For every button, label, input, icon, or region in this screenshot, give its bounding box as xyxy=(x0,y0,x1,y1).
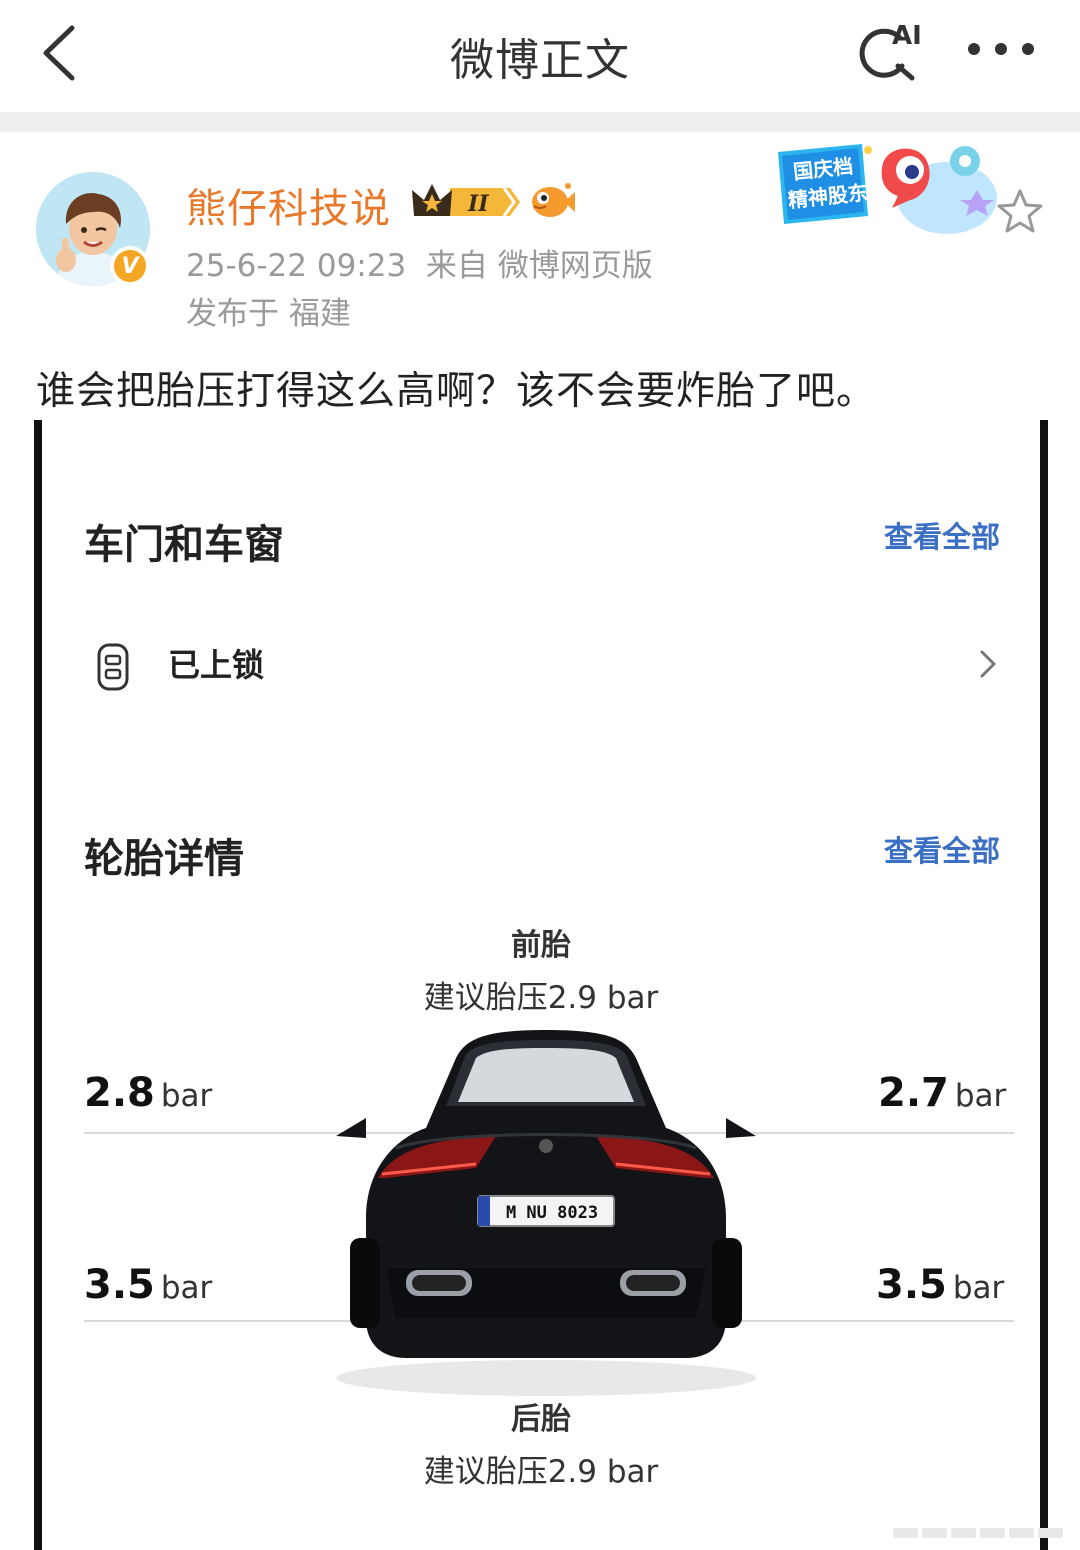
front-left-pressure: 2.8 bar xyxy=(84,1070,213,1116)
front-recommended-pressure: 建议胎压2.9 bar xyxy=(423,980,659,1016)
chevron-right-icon xyxy=(980,650,996,678)
favorite-star-icon[interactable] xyxy=(996,188,1044,234)
more-options-button[interactable] xyxy=(968,36,1034,62)
author-name[interactable]: 熊仔科技说 xyxy=(186,176,391,234)
post-location: 发布于 福建 xyxy=(186,296,351,332)
rear-left-pressure: 3.5 bar xyxy=(84,1262,213,1308)
post-source: 来自 微博网页版 xyxy=(425,248,653,284)
post-meta-time-source: 25-6-22 09:23 来自 微博网页版 xyxy=(186,240,653,285)
dot-icon xyxy=(1022,43,1034,55)
view-all-doors-link: 查看全部 xyxy=(884,520,1001,554)
front-tire-header: 前胎 建议胎压2.9 bar xyxy=(42,920,1040,1017)
svg-text:M NU 8023: M NU 8023 xyxy=(506,1203,598,1223)
section-divider xyxy=(0,112,1080,132)
dot-icon xyxy=(995,43,1007,55)
rear-recommended-pressure: 建议胎压2.9 bar xyxy=(423,1454,659,1490)
svg-text:II: II xyxy=(467,191,489,217)
crown-level-badge-icon: II xyxy=(412,184,520,217)
ai-search-button[interactable]: AI xyxy=(852,16,928,88)
post-image[interactable]: 车门和车窗 查看全部 已上锁 轮胎详情 查看全部 前胎 建议胎压2.9 bar … xyxy=(34,420,1048,1550)
car-rear-illustration: M NU 8023 xyxy=(336,1030,756,1396)
rear-right-pressure: 3.5 bar xyxy=(876,1262,1005,1308)
post-time: 25-6-22 09:23 xyxy=(186,248,407,284)
front-right-pressure: 2.7 bar xyxy=(878,1070,1007,1116)
dot-icon xyxy=(968,43,980,55)
rear-tire-label: 后胎 xyxy=(511,1402,571,1437)
tire-details-title: 轮胎详情 xyxy=(84,836,244,882)
top-nav-bar: 微博正文 AI xyxy=(0,0,1080,110)
ai-search-icon: AI xyxy=(859,21,922,81)
verified-badge-icon: V xyxy=(110,246,150,286)
lock-status: 已上锁 xyxy=(168,646,265,684)
rear-tire-header: 后胎 建议胎压2.9 bar xyxy=(42,1394,1040,1491)
front-tire-label: 前胎 xyxy=(511,928,571,963)
promo-sticker-badge[interactable]: 国庆档 精神股东 xyxy=(772,138,1004,242)
svg-text:AI: AI xyxy=(892,21,922,51)
fish-badge-icon xyxy=(532,183,575,217)
post-text: 谁会把胎压打得这么高啊？该不会要炸胎了吧。 xyxy=(36,369,877,414)
car-lock-icon xyxy=(97,643,129,691)
doors-windows-title: 车门和车窗 xyxy=(84,522,284,568)
image-scroll-indicator xyxy=(893,1528,1063,1538)
view-all-tires-link: 查看全部 xyxy=(884,834,1001,868)
